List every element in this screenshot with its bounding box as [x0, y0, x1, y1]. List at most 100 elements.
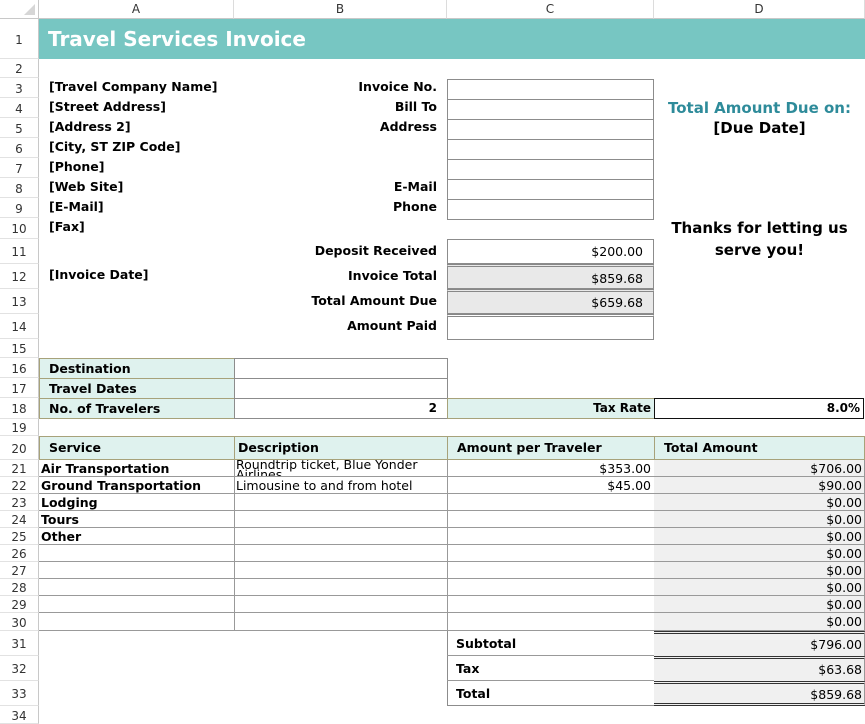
row-header[interactable]: 26: [0, 545, 39, 562]
row-header[interactable]: 24: [0, 511, 39, 528]
company-website[interactable]: [Web Site]: [49, 179, 123, 194]
description-cell[interactable]: [234, 494, 448, 511]
subtotal-value[interactable]: $796.00: [654, 631, 865, 656]
select-all-corner[interactable]: [0, 0, 39, 19]
total-amount-cell[interactable]: $90.00: [654, 477, 865, 494]
per-traveler-cell[interactable]: [447, 528, 655, 545]
description-cell[interactable]: [234, 545, 448, 562]
total-amount-cell[interactable]: $0.00: [654, 562, 865, 579]
description-cell[interactable]: [234, 596, 448, 613]
service-cell[interactable]: Tours: [39, 511, 235, 528]
phone-field[interactable]: [447, 199, 654, 220]
row-header[interactable]: 4: [0, 98, 39, 118]
row-header[interactable]: 23: [0, 494, 39, 511]
per-traveler-cell[interactable]: [447, 562, 655, 579]
row-header[interactable]: 25: [0, 528, 39, 545]
row-header[interactable]: 9: [0, 198, 39, 218]
amount-paid-field[interactable]: [447, 314, 654, 340]
column-header-a[interactable]: A: [39, 0, 234, 19]
row-header[interactable]: 17: [0, 378, 39, 398]
description-cell[interactable]: Roundtrip ticket, Blue Yonder Airlines: [234, 460, 448, 477]
service-cell[interactable]: [39, 579, 235, 596]
row-header[interactable]: 20: [0, 436, 39, 460]
row-header[interactable]: 15: [0, 339, 39, 358]
service-cell[interactable]: Ground Transportation: [39, 477, 235, 494]
column-header-d[interactable]: D: [654, 0, 865, 19]
per-traveler-cell[interactable]: [447, 579, 655, 596]
row-header[interactable]: 21: [0, 460, 39, 477]
description-cell[interactable]: [234, 528, 448, 545]
row-header[interactable]: 6: [0, 138, 39, 158]
total-amount-cell[interactable]: $0.00: [654, 613, 865, 631]
total-amount-cell[interactable]: $0.00: [654, 494, 865, 511]
address-field-2[interactable]: [447, 139, 654, 160]
description-cell[interactable]: [234, 613, 448, 631]
total-amount-cell[interactable]: $0.00: [654, 545, 865, 562]
invoice-total-field[interactable]: $859.68: [447, 264, 654, 289]
company-street[interactable]: [Street Address]: [49, 99, 166, 114]
row-header[interactable]: 27: [0, 562, 39, 579]
company-phone[interactable]: [Phone]: [49, 159, 104, 174]
row-header[interactable]: 22: [0, 477, 39, 494]
service-cell[interactable]: Lodging: [39, 494, 235, 511]
per-traveler-cell[interactable]: [447, 613, 655, 631]
total-amount-cell[interactable]: $0.00: [654, 511, 865, 528]
bill-to-field[interactable]: [447, 99, 654, 120]
row-header[interactable]: 33: [0, 681, 39, 706]
address-field-3[interactable]: [447, 159, 654, 180]
column-header-b[interactable]: B: [234, 0, 447, 19]
row-header[interactable]: 32: [0, 656, 39, 681]
row-header[interactable]: 3: [0, 78, 39, 98]
tax-value[interactable]: $63.68: [654, 656, 865, 681]
per-traveler-cell[interactable]: [447, 494, 655, 511]
destination-field[interactable]: [234, 358, 448, 379]
travelers-field[interactable]: 2: [234, 398, 448, 419]
row-header[interactable]: 7: [0, 158, 39, 178]
service-cell[interactable]: [39, 596, 235, 613]
total-amount-cell[interactable]: $0.00: [654, 596, 865, 613]
row-header[interactable]: 16: [0, 358, 39, 378]
per-traveler-cell[interactable]: $45.00: [447, 477, 655, 494]
service-cell[interactable]: Air Transportation: [39, 460, 235, 477]
deposit-field[interactable]: $200.00: [447, 239, 654, 264]
per-traveler-cell[interactable]: [447, 511, 655, 528]
row-header[interactable]: 13: [0, 289, 39, 314]
total-amount-cell[interactable]: $0.00: [654, 579, 865, 596]
travel-dates-field[interactable]: [234, 378, 448, 399]
company-city[interactable]: [City, ST ZIP Code]: [49, 139, 180, 154]
company-name[interactable]: [Travel Company Name]: [49, 79, 217, 94]
service-cell[interactable]: [39, 613, 235, 631]
address-field-1[interactable]: [447, 119, 654, 140]
invoice-no-field[interactable]: [447, 79, 654, 100]
row-header[interactable]: 29: [0, 596, 39, 613]
description-cell[interactable]: [234, 562, 448, 579]
description-cell[interactable]: [234, 579, 448, 596]
description-cell[interactable]: Limousine to and from hotel: [234, 477, 448, 494]
row-header[interactable]: 10: [0, 218, 39, 239]
row-header[interactable]: 18: [0, 398, 39, 419]
company-email[interactable]: [E-Mail]: [49, 199, 104, 214]
service-cell[interactable]: [39, 562, 235, 579]
row-header[interactable]: 8: [0, 178, 39, 198]
row-header[interactable]: 31: [0, 631, 39, 656]
total-amount-cell[interactable]: $0.00: [654, 528, 865, 545]
description-cell[interactable]: [234, 511, 448, 528]
email-field[interactable]: [447, 179, 654, 200]
tax-rate-field[interactable]: 8.0%: [654, 398, 864, 419]
total-due-field[interactable]: $659.68: [447, 289, 654, 314]
row-header[interactable]: 11: [0, 239, 39, 264]
row-header[interactable]: 1: [0, 19, 39, 59]
row-header[interactable]: 28: [0, 579, 39, 596]
company-fax[interactable]: [Fax]: [49, 219, 85, 234]
row-header[interactable]: 5: [0, 118, 39, 138]
row-header[interactable]: 2: [0, 59, 39, 78]
invoice-date[interactable]: [Invoice Date]: [49, 267, 149, 282]
row-header[interactable]: 14: [0, 314, 39, 339]
row-header[interactable]: 19: [0, 419, 39, 436]
row-header[interactable]: 12: [0, 264, 39, 289]
invoice-title[interactable]: Travel Services Invoice: [48, 19, 306, 59]
due-date[interactable]: [Due Date]: [654, 119, 865, 137]
service-cell[interactable]: Other: [39, 528, 235, 545]
row-header[interactable]: 30: [0, 613, 39, 631]
service-cell[interactable]: [39, 545, 235, 562]
